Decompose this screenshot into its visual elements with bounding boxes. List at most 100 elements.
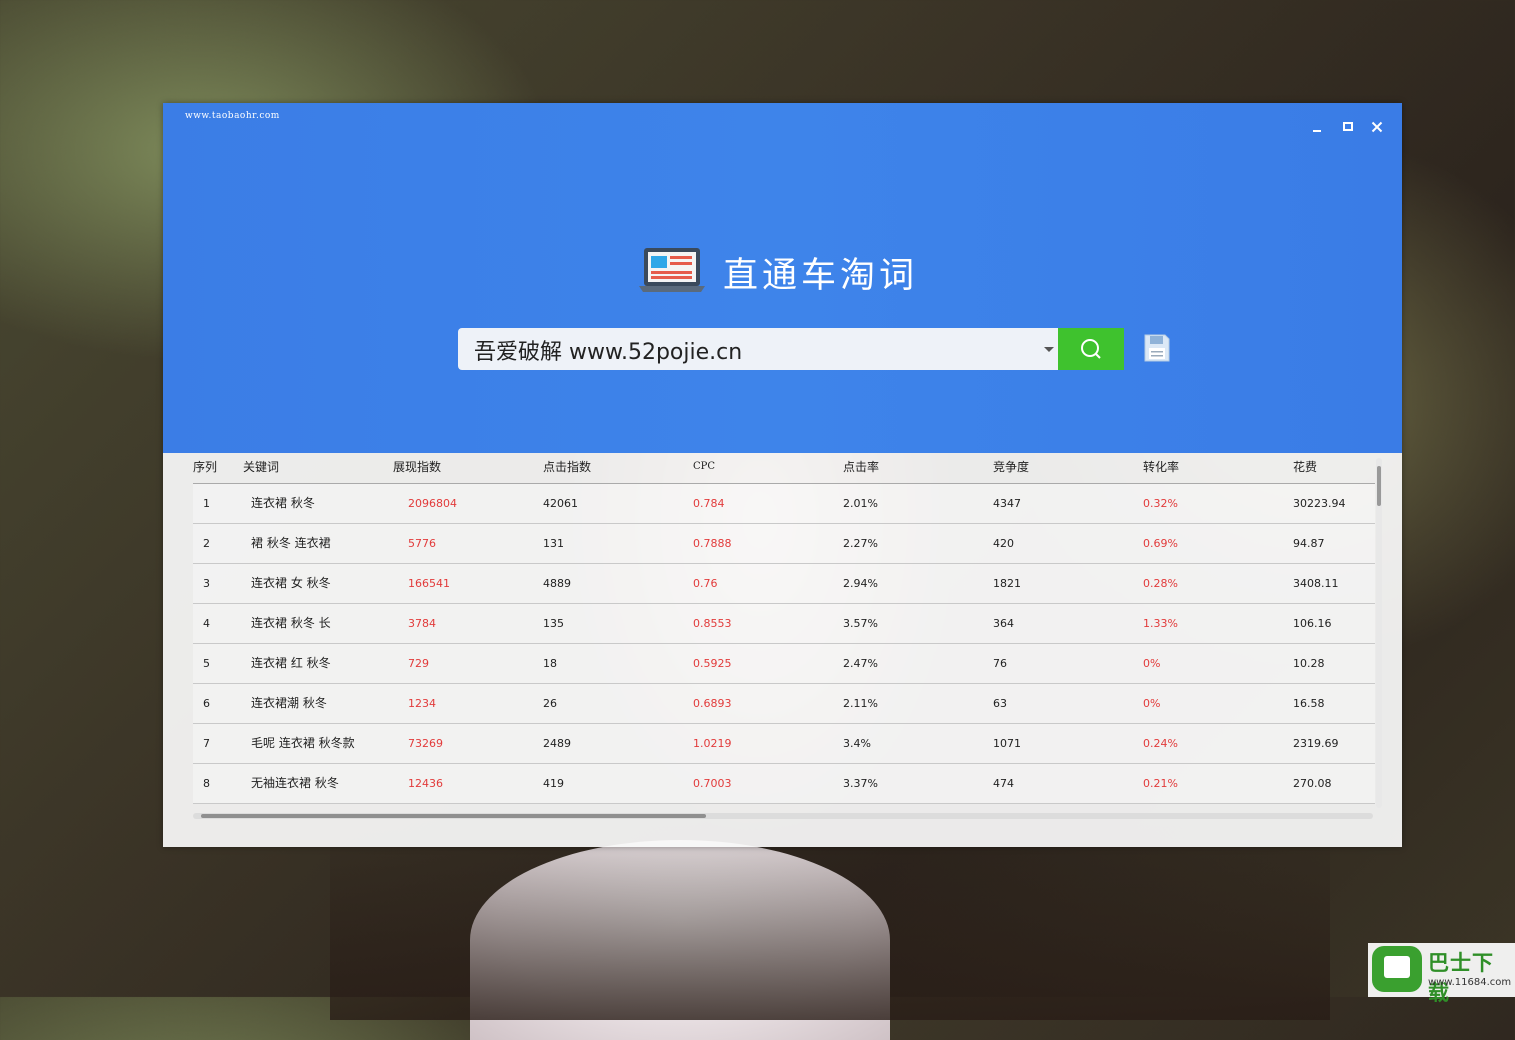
- close-button[interactable]: [1369, 119, 1385, 135]
- table-cell-cpc: 0.5925: [693, 657, 732, 670]
- table-cell-kw: 裙 秋冬 连衣裙: [251, 536, 331, 550]
- table-cell-cpc: 0.7003: [693, 777, 732, 790]
- app-header: www.taobaohr.com 直通车淘词: [163, 103, 1402, 453]
- close-icon: [1371, 121, 1383, 133]
- table-cell-click: 135: [543, 617, 564, 630]
- table-cell-comp: 76: [993, 657, 1007, 670]
- table-cell-seq: 5: [203, 657, 210, 670]
- table-cell-comp: 420: [993, 537, 1014, 550]
- table-cell-cost: 106.16: [1293, 617, 1332, 630]
- table-cell-ctr: 2.47%: [843, 657, 878, 670]
- column-header[interactable]: 点击率: [843, 453, 879, 481]
- table-cell-cpc: 0.8553: [693, 617, 732, 630]
- vertical-scroll-thumb[interactable]: [1377, 466, 1381, 506]
- table-cell-cost: 30223.94: [1293, 497, 1346, 510]
- horizontal-scrollbar[interactable]: [193, 813, 1373, 819]
- table-cell-seq: 3: [203, 577, 210, 590]
- dropdown-caret-icon[interactable]: [1044, 347, 1054, 352]
- search-input[interactable]: [472, 328, 1036, 372]
- table-cell-click: 26: [543, 697, 557, 710]
- save-disk-icon[interactable]: [1143, 333, 1171, 363]
- table-cell-conv: 0.69%: [1143, 537, 1178, 550]
- table-row[interactable]: 8 无袖连衣裙 秋冬 12436 419 0.7003 3.37% 474 0.21% 270.…: [193, 764, 1375, 804]
- table-cell-cost: 10.28: [1293, 657, 1325, 670]
- watermark-logo: 巴士下载 www.11684.com: [1368, 943, 1515, 1005]
- table-cell-cpc: 0.784: [693, 497, 725, 510]
- table-body: 1 连衣裙 秋冬 2096804 42061 0.784 2.01% 4347 0.32% 30…: [193, 484, 1375, 804]
- table-cell-cost: 3408.11: [1293, 577, 1339, 590]
- table-row[interactable]: 6 连衣裙潮 秋冬 1234 26 0.6893 2.11% 63 0% 16.58: [193, 684, 1375, 724]
- column-header[interactable]: 竞争度: [993, 453, 1029, 481]
- table-row[interactable]: 5 连衣裙 红 秋冬 729 18 0.5925 2.47% 76 0% 10.28: [193, 644, 1375, 684]
- background-photo-hair: [330, 820, 1330, 1020]
- minimize-button[interactable]: [1309, 119, 1325, 135]
- table-row[interactable]: 7 毛呢 连衣裙 秋冬款 73269 2489 1.0219 3.4% 1071 0.24% 2…: [193, 724, 1375, 764]
- table-cell-ctr: 2.27%: [843, 537, 878, 550]
- vertical-scrollbar[interactable]: [1376, 458, 1382, 808]
- table-cell-show: 2096804: [408, 497, 457, 510]
- horizontal-scroll-thumb[interactable]: [201, 814, 706, 818]
- minimize-icon: [1313, 130, 1321, 132]
- table-cell-conv: 0%: [1143, 657, 1161, 670]
- table-cell-conv: 0.24%: [1143, 737, 1178, 750]
- app-title: 直通车淘词: [723, 256, 919, 296]
- keyword-table: 序列 关键词 展现指数 点击指数 CPC 点击率 竞争度 转化率 花费 1 连衣裙…: [193, 453, 1375, 804]
- column-header[interactable]: CPC: [693, 453, 715, 481]
- table-row[interactable]: 2 裙 秋冬 连衣裙 5776 131 0.7888 2.27% 420 0.69% 94.87: [193, 524, 1375, 564]
- laptop-logo-icon: [639, 248, 705, 292]
- table-cell-kw: 连衣裙 女 秋冬: [251, 576, 331, 590]
- table-cell-kw: 毛呢 连衣裙 秋冬款: [251, 736, 355, 750]
- table-cell-comp: 1821: [993, 577, 1021, 590]
- table-cell-show: 729: [408, 657, 429, 670]
- table-cell-cpc: 0.6893: [693, 697, 732, 710]
- table-cell-conv: 1.33%: [1143, 617, 1178, 630]
- table-cell-seq: 1: [203, 497, 210, 510]
- table-cell-comp: 4347: [993, 497, 1021, 510]
- search-icon: [1081, 339, 1101, 359]
- table-cell-kw: 连衣裙 红 秋冬: [251, 656, 331, 670]
- table-cell-ctr: 3.37%: [843, 777, 878, 790]
- column-header[interactable]: 花费: [1293, 453, 1317, 481]
- table-row[interactable]: 4 连衣裙 秋冬 长 3784 135 0.8553 3.57% 364 1.33% 106.1…: [193, 604, 1375, 644]
- table-cell-show: 73269: [408, 737, 443, 750]
- search-button[interactable]: [1058, 328, 1124, 370]
- table-cell-show: 166541: [408, 577, 450, 590]
- column-header[interactable]: 关键词: [243, 453, 279, 481]
- table-row[interactable]: 1 连衣裙 秋冬 2096804 42061 0.784 2.01% 4347 0.32% 30…: [193, 484, 1375, 524]
- table-cell-seq: 4: [203, 617, 210, 630]
- table-cell-seq: 6: [203, 697, 210, 710]
- column-header[interactable]: 序列: [193, 453, 217, 481]
- table-cell-cost: 94.87: [1293, 537, 1325, 550]
- table-cell-cpc: 1.0219: [693, 737, 732, 750]
- table-cell-show: 3784: [408, 617, 436, 630]
- table-cell-seq: 2: [203, 537, 210, 550]
- site-url-label: www.taobaohr.com: [185, 111, 280, 121]
- table-cell-cpc: 0.7888: [693, 537, 732, 550]
- table-cell-ctr: 3.57%: [843, 617, 878, 630]
- table-cell-click: 42061: [543, 497, 578, 510]
- table-cell-show: 5776: [408, 537, 436, 550]
- column-header[interactable]: 展现指数: [393, 453, 441, 481]
- table-cell-cost: 270.08: [1293, 777, 1332, 790]
- table-cell-click: 18: [543, 657, 557, 670]
- table-cell-conv: 0%: [1143, 697, 1161, 710]
- table-cell-kw: 连衣裙 秋冬: [251, 496, 315, 510]
- table-cell-comp: 364: [993, 617, 1014, 630]
- maximize-icon: [1343, 122, 1353, 131]
- table-row[interactable]: 3 连衣裙 女 秋冬 166541 4889 0.76 2.94% 1821 0.28% 340…: [193, 564, 1375, 604]
- table-cell-seq: 7: [203, 737, 210, 750]
- table-cell-kw: 连衣裙潮 秋冬: [251, 696, 327, 710]
- table-header: 序列 关键词 展现指数 点击指数 CPC 点击率 竞争度 转化率 花费: [193, 453, 1375, 484]
- table-cell-seq: 8: [203, 777, 210, 790]
- table-cell-cost: 2319.69: [1293, 737, 1339, 750]
- table-cell-click: 2489: [543, 737, 571, 750]
- table-cell-show: 1234: [408, 697, 436, 710]
- table-cell-cpc: 0.76: [693, 577, 718, 590]
- table-cell-kw: 连衣裙 秋冬 长: [251, 616, 331, 630]
- maximize-button[interactable]: [1340, 119, 1356, 135]
- column-header[interactable]: 点击指数: [543, 453, 591, 481]
- table-cell-click: 419: [543, 777, 564, 790]
- table-cell-comp: 474: [993, 777, 1014, 790]
- table-cell-conv: 0.21%: [1143, 777, 1178, 790]
- column-header[interactable]: 转化率: [1143, 453, 1179, 481]
